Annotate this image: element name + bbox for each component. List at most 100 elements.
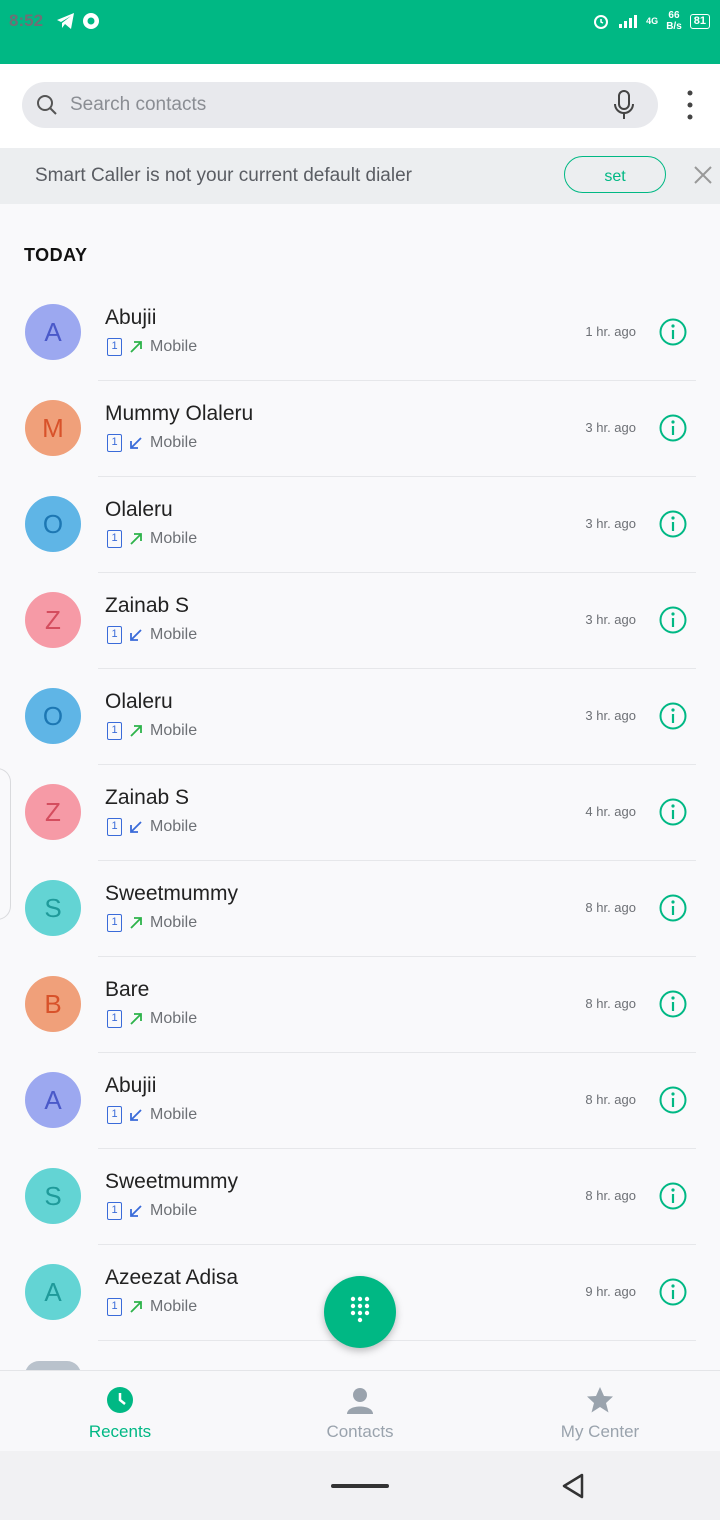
phone-label: Mobile — [150, 818, 198, 835]
sim-icon: 1 — [107, 818, 122, 836]
list-item[interactable]: A Abujii 1 Mobile 1 hr. ago — [0, 285, 720, 381]
avatar[interactable]: S — [25, 880, 81, 936]
info-icon[interactable] — [659, 414, 687, 442]
incoming-call-icon — [130, 1205, 142, 1217]
tab-label: Contacts — [326, 1422, 394, 1441]
list-item[interactable]: Z Zainab S 1 Mobile 3 hr. ago — [0, 573, 720, 669]
back-icon[interactable] — [560, 1472, 586, 1500]
phone-label: Mobile — [150, 914, 198, 931]
list-item[interactable]: S Sweetmummy 1 Mobile 8 hr. ago — [0, 1149, 720, 1245]
tab-recents[interactable]: Recents — [0, 1371, 240, 1452]
call-details: 1 Mobile — [107, 722, 197, 740]
search-input[interactable]: Search contacts — [22, 82, 658, 128]
phone-label: Mobile — [150, 1202, 198, 1219]
contact-name: Mummy Olaleru — [105, 402, 254, 425]
edge-handle[interactable] — [0, 768, 11, 920]
call-time: 8 hr. ago — [585, 996, 636, 1011]
search-icon — [37, 95, 57, 115]
dialpad-button[interactable] — [324, 1276, 396, 1348]
tab-contacts[interactable]: Contacts — [240, 1371, 480, 1452]
avatar[interactable]: A — [25, 1072, 81, 1128]
info-icon[interactable] — [659, 702, 687, 730]
avatar[interactable]: B — [25, 976, 81, 1032]
sim-icon: 1 — [107, 1106, 122, 1124]
call-details: 1 Mobile — [107, 626, 197, 644]
avatar[interactable]: Z — [25, 784, 81, 840]
list-item[interactable]: O Olaleru 1 Mobile 3 hr. ago — [0, 477, 720, 573]
banner-text: Smart Caller is not your current default… — [35, 165, 412, 186]
info-icon[interactable] — [659, 510, 687, 538]
phone-label: Mobile — [150, 530, 198, 547]
avatar[interactable]: A — [25, 304, 81, 360]
avatar[interactable]: Z — [25, 592, 81, 648]
info-icon[interactable] — [659, 798, 687, 826]
call-details: 1 Mobile — [107, 1298, 197, 1316]
info-icon[interactable] — [659, 1086, 687, 1114]
set-default-button[interactable]: set — [564, 156, 666, 193]
list-item[interactable]: S Sweetmummy 1 Mobile 8 hr. ago — [0, 861, 720, 957]
call-details: 1 Mobile — [107, 530, 197, 548]
call-time: 3 hr. ago — [585, 708, 636, 723]
star-icon — [587, 1387, 613, 1413]
call-time: 3 hr. ago — [585, 516, 636, 531]
tab-my-center[interactable]: My Center — [480, 1371, 720, 1452]
chrome-icon — [83, 13, 99, 29]
contact-name: Olaleru — [105, 690, 173, 713]
list-item[interactable]: Z Zainab S 1 Mobile 4 hr. ago — [0, 765, 720, 861]
call-time: 8 hr. ago — [585, 1092, 636, 1107]
list-item[interactable]: M Mummy Olaleru 1 Mobile 3 hr. ago — [0, 381, 720, 477]
avatar[interactable]: O — [25, 496, 81, 552]
sim-icon: 1 — [107, 1298, 122, 1316]
contact-name: Zainab S — [105, 786, 190, 809]
section-title: TODAY — [24, 245, 88, 265]
outgoing-call-icon — [130, 1301, 142, 1313]
incoming-call-icon — [130, 1109, 142, 1121]
clock-icon — [107, 1387, 133, 1413]
contact-name: Zainab S — [105, 594, 190, 617]
divider — [98, 1340, 696, 1341]
call-time: 3 hr. ago — [585, 420, 636, 435]
contact-name: Sweetmummy — [105, 882, 239, 905]
phone-label: Mobile — [150, 1298, 198, 1315]
info-icon[interactable] — [659, 1278, 687, 1306]
incoming-call-icon — [130, 437, 142, 449]
contact-name: Olaleru — [105, 498, 173, 521]
phone-label: Mobile — [150, 338, 198, 355]
info-icon[interactable] — [659, 894, 687, 922]
avatar[interactable]: S — [25, 1168, 81, 1224]
close-icon[interactable] — [692, 164, 714, 186]
status-time: 8:52 — [9, 11, 44, 30]
net-speed: 66 B/s — [666, 10, 682, 32]
network-type: 4G — [646, 16, 659, 26]
list-item[interactable]: A Abujii 1 Mobile 8 hr. ago — [0, 1053, 720, 1149]
info-icon[interactable] — [659, 606, 687, 634]
info-icon[interactable] — [659, 990, 687, 1018]
avatar[interactable]: O — [25, 688, 81, 744]
call-time: 8 hr. ago — [585, 900, 636, 915]
info-icon[interactable] — [659, 318, 687, 346]
sim-icon: 1 — [107, 1202, 122, 1220]
phone-label: Mobile — [150, 626, 198, 643]
outgoing-call-icon — [130, 917, 142, 929]
sim-icon: 1 — [107, 1010, 122, 1028]
battery-indicator: 81 — [689, 13, 710, 29]
home-gesture-bar[interactable] — [331, 1484, 389, 1488]
info-icon[interactable] — [659, 1182, 687, 1210]
call-details: 1 Mobile — [107, 338, 197, 356]
telegram-icon — [57, 13, 74, 29]
incoming-call-icon — [130, 629, 142, 641]
outgoing-call-icon — [130, 725, 142, 737]
outgoing-call-icon — [130, 1013, 142, 1025]
more-options-icon[interactable] — [680, 88, 700, 128]
sim-icon: 1 — [107, 338, 122, 356]
microphone-icon[interactable] — [612, 89, 636, 121]
tab-label: Recents — [88, 1422, 152, 1441]
list-item[interactable]: O Olaleru 1 Mobile 3 hr. ago — [0, 669, 720, 765]
avatar[interactable]: A — [25, 1264, 81, 1320]
sim-icon: 1 — [107, 626, 122, 644]
avatar[interactable]: M — [25, 400, 81, 456]
call-details: 1 Mobile — [107, 1202, 197, 1220]
list-item[interactable]: B Bare 1 Mobile 8 hr. ago — [0, 957, 720, 1053]
call-time: 8 hr. ago — [585, 1188, 636, 1203]
call-time: 4 hr. ago — [585, 804, 636, 819]
